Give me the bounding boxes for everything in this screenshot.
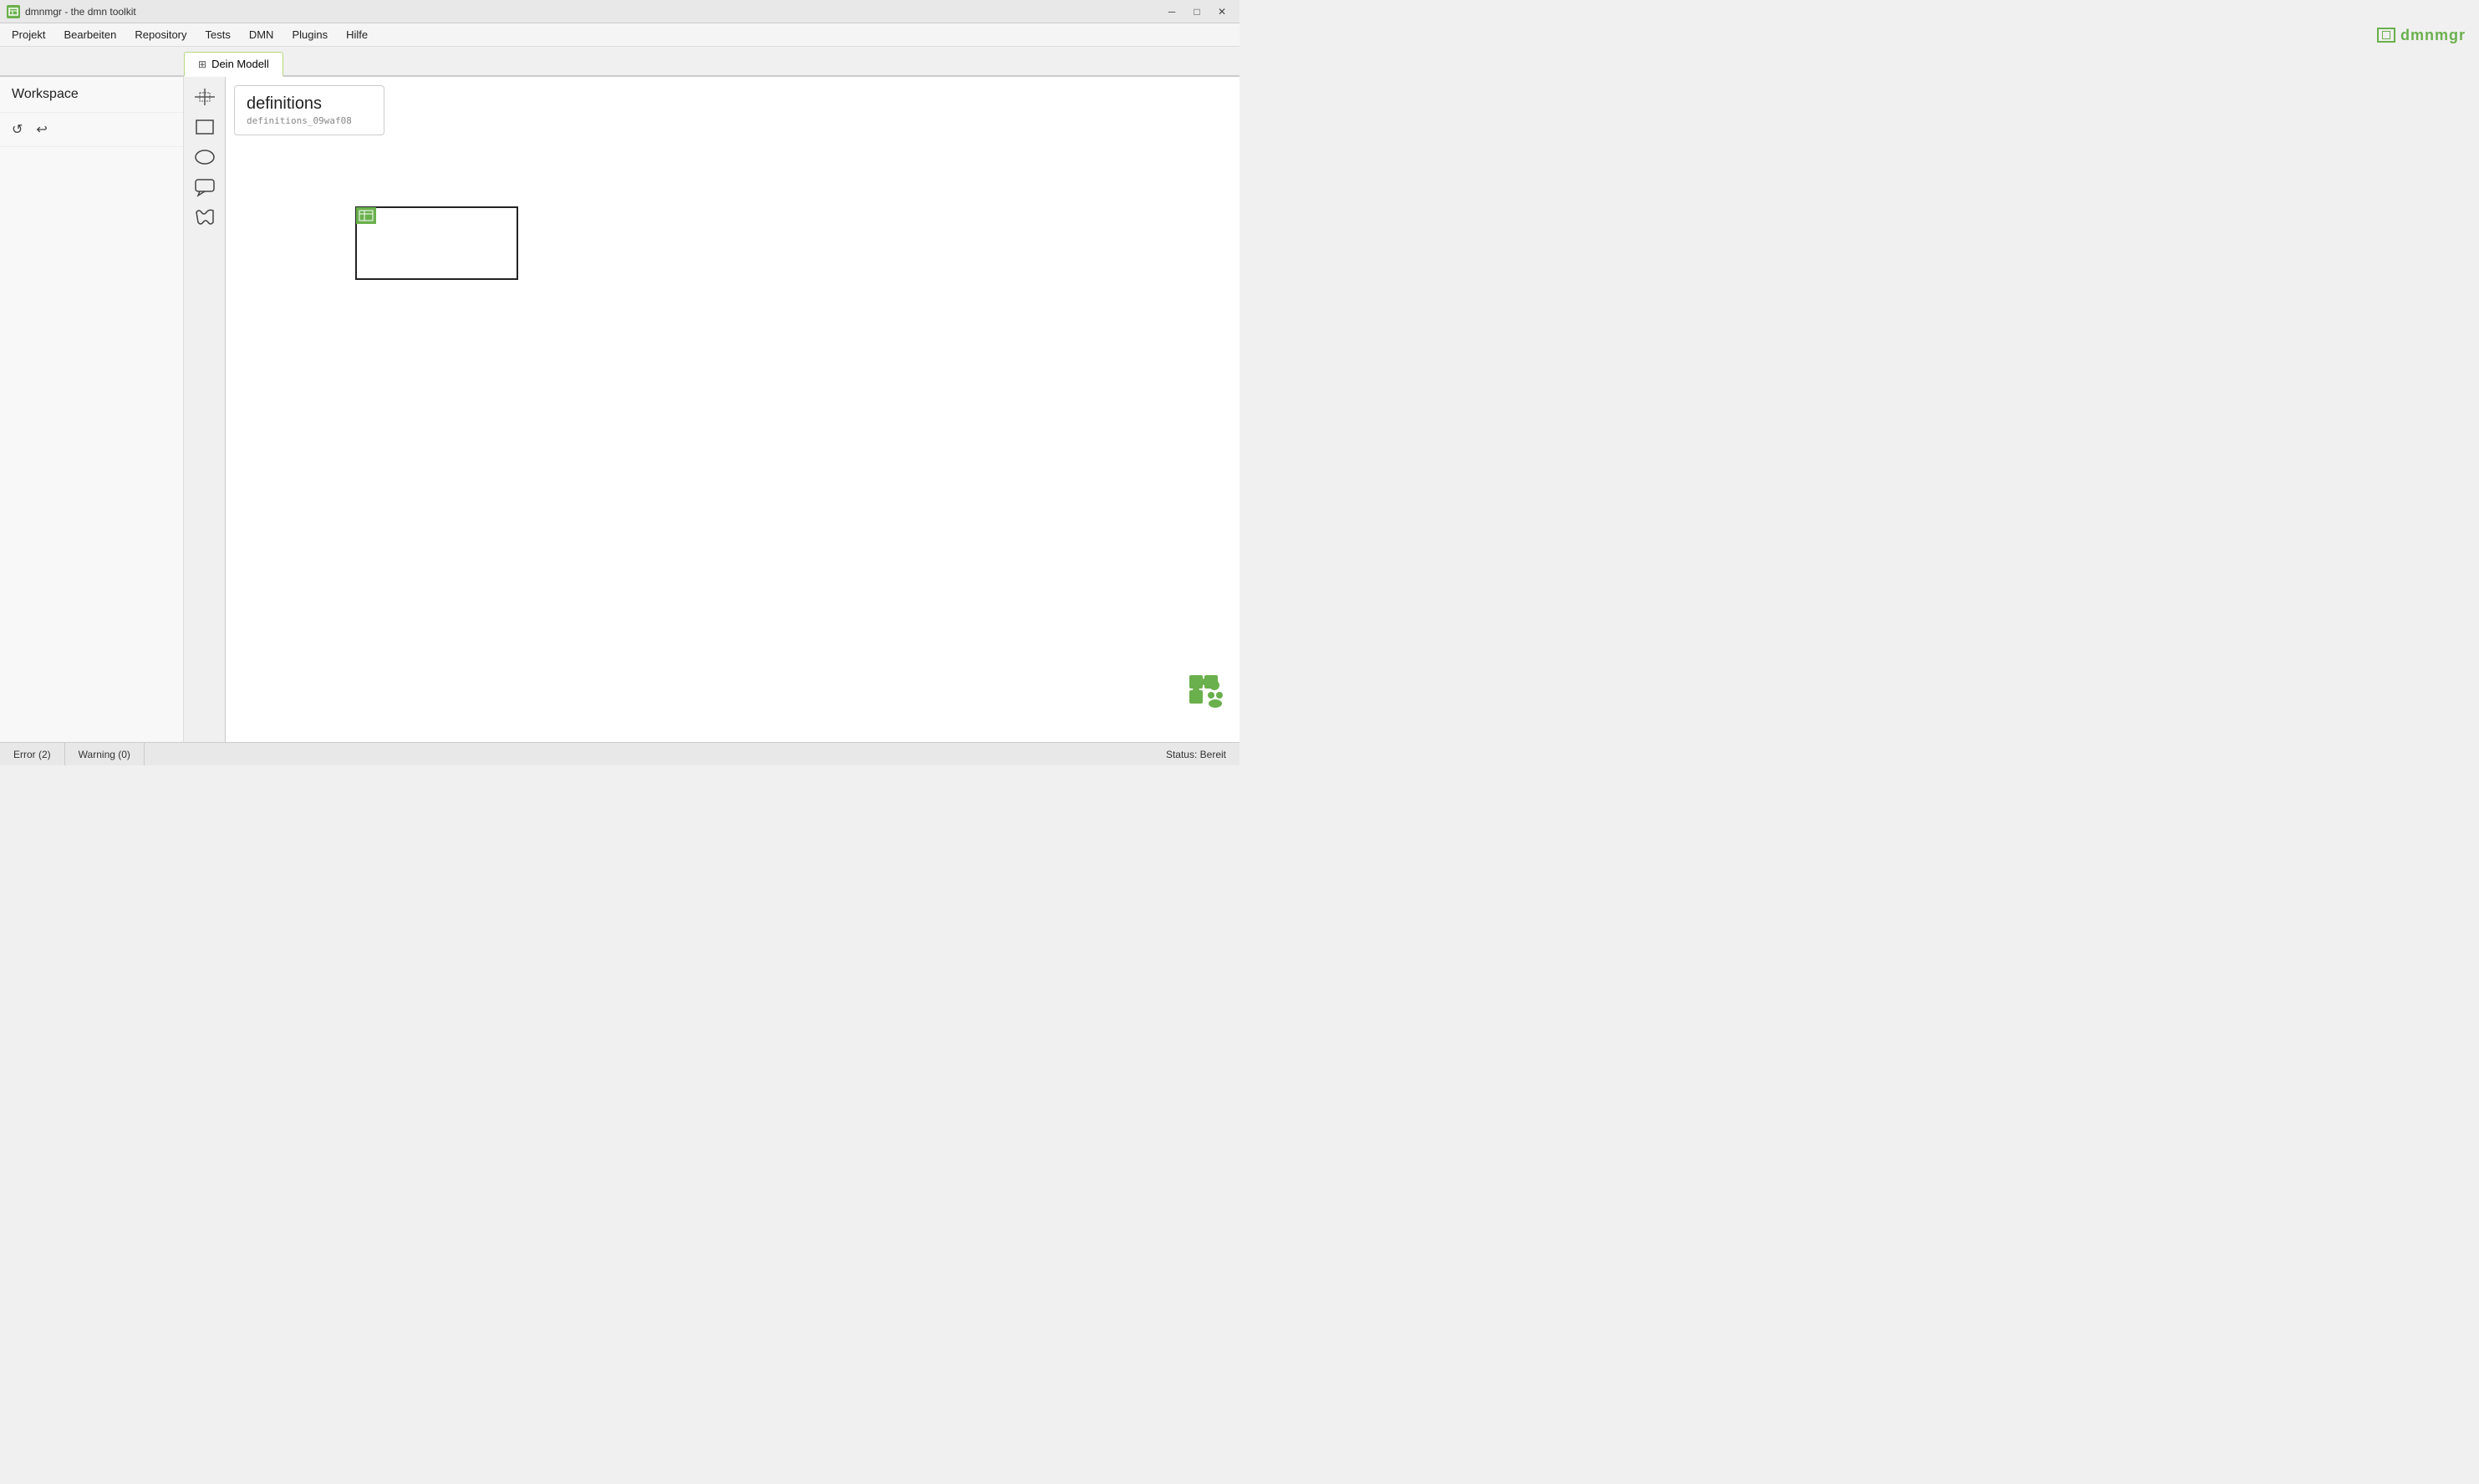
tab-bar: ⊞ Dein Modell bbox=[0, 47, 1240, 77]
left-panel: Workspace ↺ ↩ bbox=[0, 77, 184, 742]
status-bereit: Status: Bereit bbox=[1153, 749, 1240, 760]
brand-icon bbox=[2377, 28, 2395, 43]
decision-table-box[interactable] bbox=[355, 206, 518, 280]
maximize-button[interactable]: □ bbox=[1186, 4, 1208, 19]
brand-icon-inner bbox=[2382, 31, 2390, 39]
title-bar: dmnmgr - the dmn toolkit ─ □ ✕ bbox=[0, 0, 1240, 23]
menu-bearbeiten[interactable]: Bearbeiten bbox=[55, 25, 125, 44]
menu-repository[interactable]: Repository bbox=[126, 25, 195, 44]
warning-status[interactable]: Warning (0) bbox=[65, 743, 145, 765]
tab-dein-modell[interactable]: ⊞ Dein Modell bbox=[184, 52, 283, 77]
definitions-id: definitions_09waf08 bbox=[247, 115, 372, 126]
close-button[interactable]: ✕ bbox=[1211, 4, 1233, 19]
canvas-container[interactable]: definitions definitions_09waf08 bbox=[226, 77, 1240, 742]
rectangle-tool[interactable] bbox=[190, 115, 220, 139]
error-status[interactable]: Error (2) bbox=[0, 743, 65, 765]
title-bar-controls: ─ □ ✕ bbox=[1161, 4, 1233, 19]
refresh-button[interactable]: ↺ bbox=[10, 119, 24, 140]
ellipse-tool[interactable] bbox=[190, 145, 220, 169]
title-text: dmnmgr - the dmn toolkit bbox=[25, 6, 136, 18]
left-toolbar: ↺ ↩ bbox=[0, 113, 183, 147]
main-container: ⊞ Dein Modell Workspace ↺ ↩ bbox=[0, 47, 1240, 742]
wave-rect-tool[interactable] bbox=[190, 206, 220, 229]
brand-logo: dmnmgr bbox=[2377, 23, 2466, 47]
minimize-button[interactable]: ─ bbox=[1161, 4, 1183, 19]
undo-button[interactable]: ↩ bbox=[34, 119, 48, 140]
title-bar-left: dmnmgr - the dmn toolkit bbox=[7, 5, 136, 18]
menu-plugins[interactable]: Plugins bbox=[283, 25, 336, 44]
decision-table-icon bbox=[356, 207, 376, 224]
menu-bar: Projekt Bearbeiten Repository Tests DMN … bbox=[0, 23, 1240, 47]
definitions-title: definitions bbox=[247, 94, 372, 114]
tab-label: Dein Modell bbox=[211, 58, 269, 70]
brand-name: dmnmgr bbox=[2400, 27, 2466, 44]
menu-hilfe[interactable]: Hilfe bbox=[338, 25, 376, 44]
content-area: Workspace ↺ ↩ bbox=[0, 77, 1240, 742]
definitions-panel: definitions definitions_09waf08 bbox=[234, 85, 384, 135]
app-icon bbox=[7, 5, 20, 18]
status-bar: Error (2) Warning (0) Status: Bereit bbox=[0, 742, 1240, 765]
shape-tools-panel bbox=[184, 77, 226, 742]
pointer-tool[interactable] bbox=[190, 85, 220, 109]
callout-tool[interactable] bbox=[190, 175, 220, 199]
workspace-label: Workspace bbox=[0, 77, 183, 113]
menu-projekt[interactable]: Projekt bbox=[3, 25, 53, 44]
tab-grid-icon: ⊞ bbox=[198, 58, 206, 70]
menu-dmn[interactable]: DMN bbox=[241, 25, 283, 44]
puzzle-icon bbox=[1186, 672, 1226, 712]
menu-tests[interactable]: Tests bbox=[197, 25, 239, 44]
